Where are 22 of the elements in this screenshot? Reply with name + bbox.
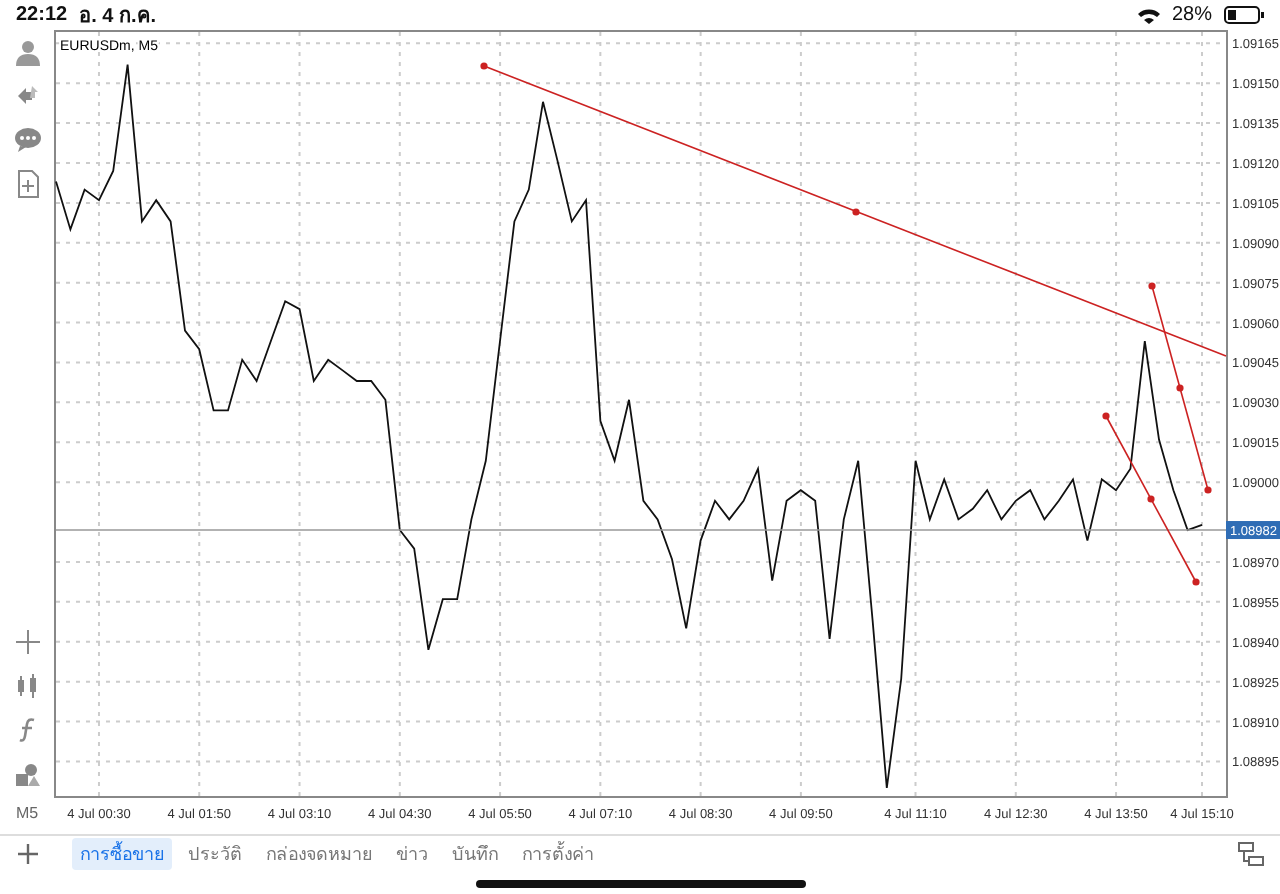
layout-icon[interactable] (1238, 842, 1264, 866)
battery-icon (1224, 6, 1264, 24)
timeframe-label[interactable]: M5 (15, 804, 39, 822)
tab[interactable]: การตั้งค่า (514, 838, 602, 870)
tab[interactable]: ข่าว (388, 838, 436, 870)
crosshair-icon[interactable] (13, 628, 41, 656)
chat-icon[interactable] (13, 126, 41, 154)
home-indicator[interactable] (475, 879, 805, 887)
account-icon[interactable] (13, 38, 41, 66)
wifi-icon (1137, 7, 1160, 23)
add-icon[interactable] (16, 842, 40, 866)
status-time: 22:12 (16, 4, 68, 26)
tab[interactable]: การซื้อขาย (72, 838, 172, 870)
candlestick-icon[interactable] (13, 672, 41, 700)
objects-icon[interactable] (13, 760, 41, 788)
tab[interactable]: บันทึก (444, 838, 506, 870)
new-document-icon[interactable] (13, 170, 41, 198)
tab[interactable]: ประวัติ (180, 838, 250, 870)
status-date: อ. 4 ก.ค. (79, 4, 157, 30)
tab[interactable]: กล่องจดหมาย (258, 838, 380, 870)
trendline-drawing[interactable] (480, 62, 1227, 586)
battery-level: 28% (1171, 4, 1212, 26)
